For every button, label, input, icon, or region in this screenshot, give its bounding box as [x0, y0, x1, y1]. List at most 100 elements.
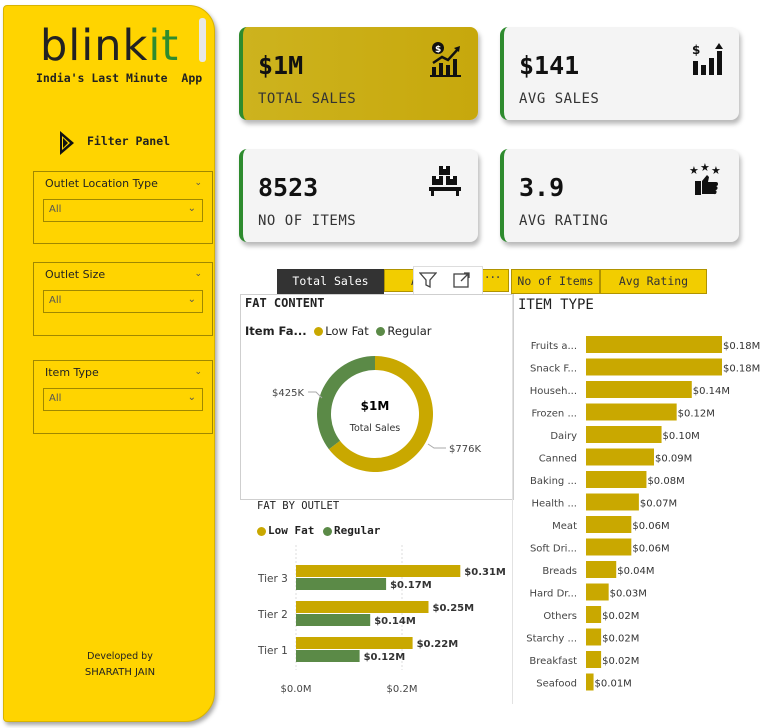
- data-label: $0.14M: [693, 386, 730, 397]
- bar-item-type[interactable]: [586, 336, 722, 353]
- bar-regular[interactable]: [296, 578, 387, 590]
- bar-item-type[interactable]: [586, 448, 654, 466]
- data-label: $0.02M: [602, 656, 639, 667]
- dropdown-value: All: [49, 393, 62, 404]
- category-label: Seafood: [536, 679, 577, 690]
- svg-text:★: ★: [700, 163, 710, 174]
- chevron-down-icon[interactable]: ⌄: [194, 269, 202, 279]
- bar-item-type[interactable]: [586, 673, 594, 691]
- item-type-dropdown[interactable]: All ⌄: [43, 388, 203, 411]
- fat-content-title: FAT CONTENT: [245, 296, 325, 310]
- legend-swatch-regular: [376, 327, 386, 336]
- bar-regular[interactable]: [296, 614, 371, 626]
- outlet-location-dropdown[interactable]: All ⌄: [43, 199, 203, 222]
- category-label: Others: [543, 611, 577, 622]
- panel-divider: [512, 294, 513, 704]
- more-options-icon[interactable]: ···: [485, 270, 501, 286]
- legend-label-low-fat: Low Fat: [325, 324, 369, 338]
- kpi-no-of-items: 8523 NO OF ITEMS: [239, 149, 478, 242]
- bar-item-type[interactable]: [586, 358, 722, 376]
- data-label: $0.07M: [640, 499, 677, 510]
- bar-item-type[interactable]: [586, 561, 617, 578]
- bar-item-type[interactable]: [586, 471, 647, 488]
- chevron-down-icon[interactable]: ⌄: [194, 178, 202, 188]
- data-label: $0.31M: [464, 567, 506, 578]
- slicer-title: Item Type: [45, 366, 99, 379]
- bar-low-fat[interactable]: [296, 565, 461, 577]
- bar-item-type[interactable]: [586, 403, 677, 421]
- donut-center-value: $1M: [361, 399, 390, 413]
- svg-text:★: ★: [711, 164, 721, 177]
- data-label: $0.09M: [655, 454, 692, 465]
- category-label: Tier 3: [257, 573, 288, 585]
- category-label: Canned: [539, 454, 577, 465]
- bar-item-type[interactable]: [586, 583, 609, 601]
- svg-text:$: $: [692, 43, 700, 57]
- category-label: Meat: [552, 521, 577, 532]
- fat-by-outlet-title: FAT BY OUTLET: [257, 500, 340, 512]
- bar-item-type[interactable]: [586, 651, 602, 668]
- sidebar-scrollbar[interactable]: [199, 18, 206, 62]
- bar-low-fat[interactable]: [296, 601, 429, 613]
- bar-item-type[interactable]: [586, 606, 602, 623]
- data-label: $0.01M: [595, 679, 632, 690]
- chevron-down-icon: ⌄: [187, 392, 196, 403]
- tab-avg-rating[interactable]: Avg Rating: [600, 269, 707, 294]
- kpi-label: NO OF ITEMS: [258, 213, 357, 229]
- data-label: $0.25M: [433, 603, 475, 614]
- fat-content-donut: $1M Total Sales $425K $776K: [272, 356, 481, 472]
- bar-item-type[interactable]: [586, 516, 632, 533]
- fat-content-legend: Item Fa... Low Fat Regular: [245, 324, 431, 338]
- donut-center-label: Total Sales: [349, 423, 401, 434]
- svg-text:★: ★: [689, 164, 699, 177]
- bar-regular[interactable]: [296, 650, 360, 662]
- bar-item-type[interactable]: [586, 381, 692, 398]
- category-label: Baking ...: [530, 476, 577, 487]
- bar-item-type[interactable]: [586, 538, 632, 556]
- data-label: $0.04M: [617, 566, 654, 577]
- kpi-avg-rating: 3.9 AVG RATING ★ ★ ★: [500, 149, 739, 242]
- slicer-outlet-size: Outlet Size ⌄ All ⌄: [33, 262, 213, 336]
- blinkit-logo: blinkit: [40, 21, 180, 71]
- data-label: $0.06M: [632, 544, 669, 555]
- svg-text:$: $: [435, 45, 441, 55]
- legend-swatch-low-fat: [314, 327, 324, 336]
- x-tick-label: $0.0M: [281, 684, 312, 695]
- data-label: $0.12M: [364, 652, 406, 663]
- data-label: $0.10M: [663, 431, 700, 442]
- developer-name: SHARATH JAIN: [84, 667, 156, 678]
- focus-mode-icon[interactable]: [453, 271, 471, 289]
- category-label: Tier 2: [257, 609, 288, 621]
- slicer-title: Outlet Location Type: [45, 177, 158, 190]
- item-type-chart: Fruits a... $0.18M Snack F... $0.18M Househ.…: [526, 336, 760, 691]
- growth-chart-icon: $: [430, 42, 461, 77]
- bar-item-type[interactable]: [586, 628, 602, 646]
- slicer-outlet-location-type: Outlet Location Type ⌄ All ⌄: [33, 171, 213, 244]
- data-label: $0.12M: [678, 409, 715, 420]
- tab-total-sales[interactable]: Total Sales: [277, 269, 384, 294]
- chevron-down-icon: ⌄: [187, 294, 196, 305]
- kpi-value: $1M: [258, 51, 304, 80]
- kpi-avg-sales: $141 AVG SALES $: [500, 27, 739, 120]
- category-label: Hard Dr...: [529, 589, 577, 600]
- bar-item-type[interactable]: [586, 426, 662, 443]
- category-label: Fruits a...: [531, 341, 577, 352]
- bar-item-type[interactable]: [586, 493, 639, 511]
- tagline: India's Last Minute App: [36, 71, 203, 85]
- kpi-value: 8523: [258, 173, 319, 202]
- filter-icon[interactable]: [419, 271, 437, 289]
- category-label: Dairy: [550, 431, 577, 442]
- chevron-down-icon[interactable]: ⌄: [194, 367, 202, 377]
- slicer-item-type: Item Type ⌄ All ⌄: [33, 360, 213, 434]
- arrow-right-icon: [60, 131, 74, 155]
- category-label: Tier 1: [257, 645, 288, 657]
- kpi-label: AVG SALES: [519, 91, 600, 107]
- bar-low-fat[interactable]: [296, 637, 413, 649]
- legend-label-regular: Regular: [333, 524, 381, 537]
- tab-no-of-items[interactable]: No of Items: [511, 269, 600, 294]
- fat-by-outlet-legend: Low Fat Regular: [257, 524, 380, 537]
- boxes-icon: [429, 166, 461, 196]
- data-label: $0.14M: [374, 616, 416, 627]
- data-label: $0.02M: [602, 611, 639, 622]
- outlet-size-dropdown[interactable]: All ⌄: [43, 290, 203, 313]
